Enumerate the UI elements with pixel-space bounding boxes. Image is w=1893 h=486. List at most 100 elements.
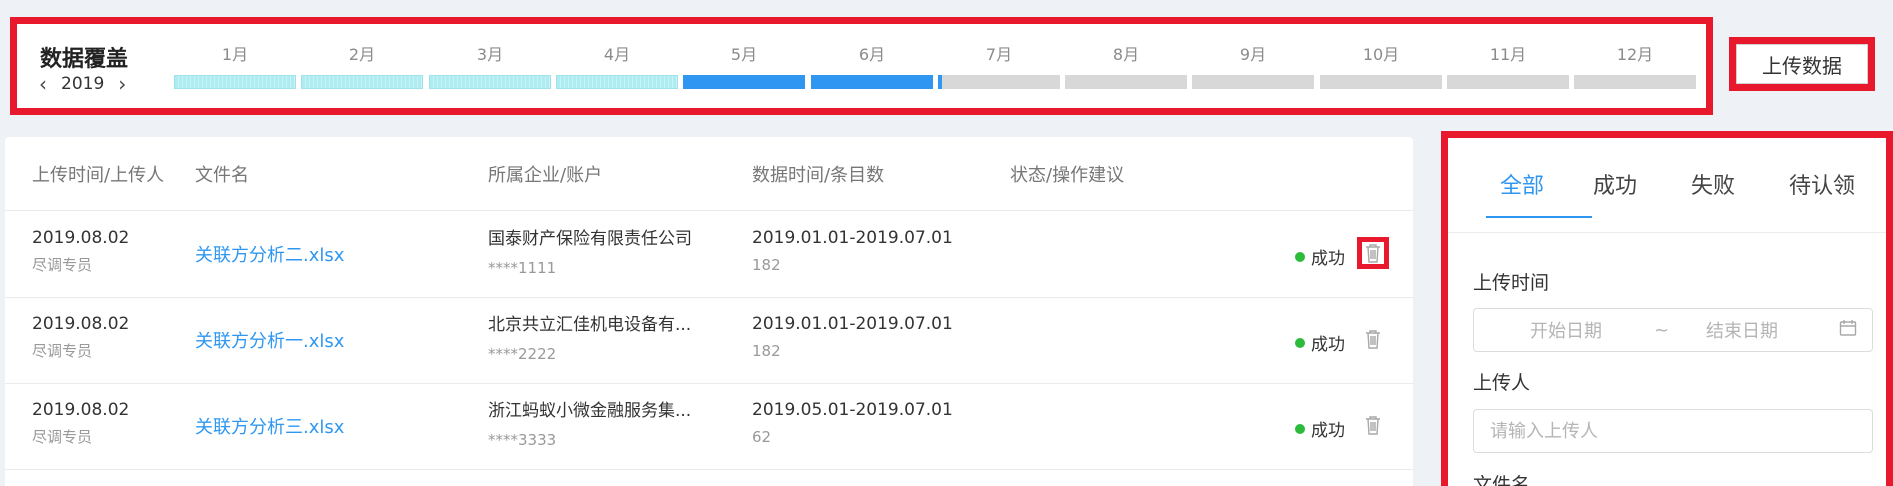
month-coverage-bar[interactable] <box>429 75 551 89</box>
table-row[interactable]: 2019.08.02 尽调专员 关联方分析二.xlsx 国泰财产保险有限责任公司… <box>5 212 1413 298</box>
month-coverage-bar[interactable] <box>1065 75 1187 89</box>
data-time-cell: 2019.01.01-2019.07.01 182 <box>752 314 953 360</box>
month-label: 4月 <box>603 45 631 64</box>
table-header: 上传时间/上传人 文件名 所属企业/账户 数据时间/条目数 状态/操作建议 <box>5 137 1413 211</box>
uploader-name: 尽调专员 <box>32 428 93 446</box>
date-range-picker[interactable]: 开始日期 ~ 结束日期 <box>1473 308 1873 352</box>
upload-date: 2019.08.02 <box>32 400 130 420</box>
table-row[interactable]: 2019.08.02 尽调专员 关联方分析一.xlsx 北京共立汇佳机电设备有.… <box>5 298 1413 384</box>
range-separator: ~ <box>1654 319 1670 341</box>
status-text: 成功 <box>1311 335 1345 355</box>
tab-success[interactable]: 成功 <box>1593 168 1637 200</box>
year-navigator: ‹ 2019 › <box>39 74 126 94</box>
calendar-icon[interactable] <box>1839 319 1857 342</box>
month-coverage-bar[interactable] <box>1320 75 1442 89</box>
delete-trash-icon[interactable] <box>1357 237 1389 269</box>
entry-count: 62 <box>752 428 772 446</box>
month-coverage-fill <box>301 75 423 89</box>
month-label: 7月 <box>985 45 1013 64</box>
month-coverage-fill <box>938 75 942 89</box>
tab-failed[interactable]: 失败 <box>1691 168 1735 200</box>
month-coverage-bar[interactable] <box>301 75 423 89</box>
month-label: 5月 <box>730 45 758 64</box>
upload-cell: 2019.08.02 尽调专员 <box>32 314 129 361</box>
month-label: 2月 <box>348 45 376 64</box>
active-tab-indicator <box>1486 216 1592 218</box>
upload-data-button[interactable]: 上传数据 <box>1736 44 1868 84</box>
file-link[interactable]: 关联方分析一.xlsx <box>195 327 344 353</box>
col-header-data-time: 数据时间/条目数 <box>752 165 885 186</box>
start-date-field[interactable]: 开始日期 <box>1530 317 1602 343</box>
month-column: 7月 <box>938 41 1060 89</box>
month-coverage-bar[interactable] <box>556 75 678 89</box>
month-column: 3月 <box>429 41 551 89</box>
month-coverage-bar[interactable] <box>1574 75 1696 89</box>
upload-history-table: 上传时间/上传人 文件名 所属企业/账户 数据时间/条目数 状态/操作建议 20… <box>5 137 1413 486</box>
account-number: ****3333 <box>488 431 557 449</box>
file-link[interactable]: 关联方分析三.xlsx <box>195 413 344 439</box>
company-cell: 国泰财产保险有限责任公司 ****1111 <box>488 224 692 277</box>
entry-count: 182 <box>752 256 781 274</box>
month-label: 10月 <box>1362 45 1400 64</box>
data-coverage-panel: 数据覆盖 ‹ 2019 › 1月 2月 3月 4月 5月 6月 7月 8月 9月 10月 11月 12… <box>10 17 1713 115</box>
status-badge: 成功 <box>1295 330 1345 355</box>
month-coverage-fill <box>429 75 551 89</box>
status-text: 成功 <box>1311 421 1345 441</box>
month-column: 12月 <box>1574 41 1696 89</box>
col-header-company: 所属企业/账户 <box>488 165 603 186</box>
col-header-status: 状态/操作建议 <box>1010 165 1125 186</box>
success-dot-icon <box>1295 251 1305 262</box>
table-row[interactable]: 2019.08.02 尽调专员 关联方分析三.xlsx 浙江蚂蚁小微金融服务集.… <box>5 384 1413 470</box>
month-coverage-bars: 1月 2月 3月 4月 5月 6月 7月 8月 9月 10月 11月 12月 <box>174 41 1702 101</box>
status-badge: 成功 <box>1295 244 1345 269</box>
month-label: 1月 <box>221 45 249 64</box>
end-date-field[interactable]: 结束日期 <box>1706 317 1778 343</box>
month-coverage-bar[interactable] <box>1447 75 1569 89</box>
month-coverage-bar[interactable] <box>1192 75 1314 89</box>
prev-year-chevron-icon[interactable]: ‹ <box>39 74 47 94</box>
company-cell: 北京共立汇佳机电设备有... ****2222 <box>488 310 691 363</box>
data-time-cell: 2019.01.01-2019.07.01 182 <box>752 228 953 274</box>
upload-time-label: 上传时间 <box>1473 272 1550 294</box>
filename-label: 文件名 <box>1473 474 1531 486</box>
month-label: 6月 <box>858 45 886 64</box>
month-column: 11月 <box>1447 41 1569 89</box>
month-coverage-bar[interactable] <box>683 75 805 89</box>
account-number: ****2222 <box>488 345 557 363</box>
status-badge: 成功 <box>1295 416 1345 441</box>
tab-pending[interactable]: 待认领 <box>1789 168 1855 200</box>
tab-all[interactable]: 全部 <box>1500 168 1544 200</box>
month-coverage-bar[interactable] <box>938 75 1060 89</box>
uploader-input[interactable] <box>1473 409 1873 453</box>
uploader-name: 尽调专员 <box>32 342 93 360</box>
uploader-label: 上传人 <box>1473 372 1531 394</box>
month-label: 12月 <box>1616 45 1654 64</box>
month-column: 9月 <box>1192 41 1314 89</box>
data-range: 2019.01.01-2019.07.01 <box>752 228 953 248</box>
month-label: 9月 <box>1239 45 1267 64</box>
filter-form: 上传时间 开始日期 ~ 结束日期 上传人 文件名 <box>1448 233 1886 486</box>
delete-trash-icon[interactable] <box>1357 323 1389 355</box>
month-column: 10月 <box>1320 41 1442 89</box>
month-coverage-fill <box>556 75 678 89</box>
month-column: 5月 <box>683 41 805 89</box>
upload-button-highlight: 上传数据 <box>1729 37 1875 91</box>
month-coverage-bar[interactable] <box>174 75 296 89</box>
company-name: 浙江蚂蚁小微金融服务集... <box>488 401 692 421</box>
status-tabs: 全部 成功 失败 待认领 <box>1448 138 1886 233</box>
delete-trash-icon[interactable] <box>1357 409 1389 441</box>
upload-cell: 2019.08.02 尽调专员 <box>32 228 129 275</box>
file-link[interactable]: 关联方分析二.xlsx <box>195 241 344 267</box>
month-label: 3月 <box>476 45 504 64</box>
month-column: 8月 <box>1065 41 1187 89</box>
entry-count: 182 <box>752 342 781 360</box>
month-coverage-bar[interactable] <box>811 75 933 89</box>
status-text: 成功 <box>1311 249 1345 269</box>
month-column: 1月 <box>174 41 296 89</box>
month-coverage-fill <box>811 75 933 89</box>
upload-date: 2019.08.02 <box>32 314 130 334</box>
month-coverage-fill <box>683 75 805 89</box>
month-column: 2月 <box>301 41 423 89</box>
next-year-chevron-icon[interactable]: › <box>118 74 126 94</box>
data-time-cell: 2019.05.01-2019.07.01 62 <box>752 400 953 446</box>
